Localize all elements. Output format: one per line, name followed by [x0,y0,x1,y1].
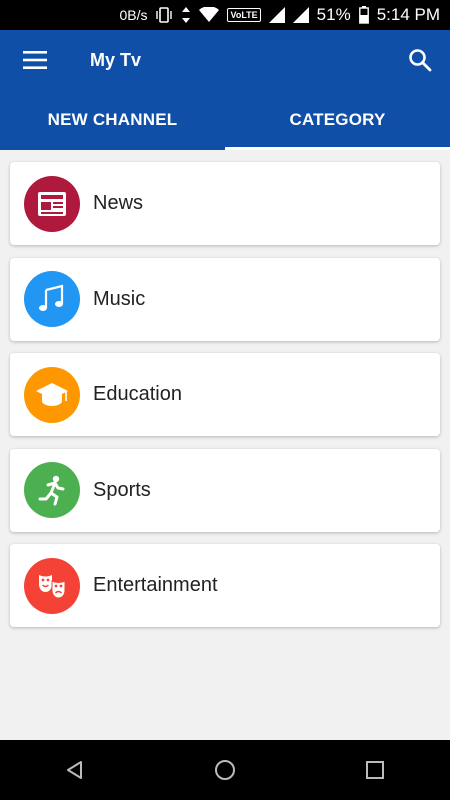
battery-icon [358,6,369,24]
clock: 5:14 PM [376,5,440,24]
battery-percent: 51% [316,5,351,24]
music-note-icon [24,271,80,327]
recents-square-icon [366,761,384,779]
category-list: News Music Education Sports Entertainmen… [10,162,440,640]
running-person-icon [24,462,80,518]
app-title: My Tv [90,49,142,70]
category-item-sports[interactable]: Sports [10,448,440,532]
net-speed: 0B/s [119,7,148,23]
home-circle-icon [215,760,235,780]
search-button[interactable] [404,44,436,76]
signal-icon-2 [292,7,309,23]
category-label: News [93,192,144,214]
signal-icon-1 [268,7,285,23]
back-triangle-icon [67,761,82,779]
search-icon [409,49,432,72]
category-label: Education [93,383,182,405]
tab-category[interactable]: CATEGORY [225,90,450,150]
graduation-cap-icon [24,366,80,423]
category-item-education[interactable]: Education [10,353,440,436]
volte-badge: VoLTE [227,8,261,22]
category-item-entertainment[interactable]: Entertainment [10,544,440,627]
home-button[interactable] [195,740,255,800]
navigation-bar [0,740,450,800]
tab-new-channel[interactable]: NEW CHANNEL [0,90,225,150]
recents-button[interactable] [345,740,405,800]
category-label: Entertainment [93,574,218,596]
wifi-icon [199,7,220,23]
category-item-music[interactable]: Music [10,257,440,341]
menu-button[interactable] [0,30,70,90]
back-button[interactable] [45,740,105,800]
data-arrows-icon [181,6,191,24]
category-item-news[interactable]: News [10,162,440,245]
category-label: Music [93,287,146,310]
app-bar: My Tv [0,30,450,90]
hamburger-menu-icon [23,51,47,69]
theater-masks-icon [24,557,80,614]
category-label: Sports [93,478,151,501]
newspaper-icon [24,175,80,232]
tab-bar: NEW CHANNEL CATEGORY [0,90,450,150]
status-bar: 0B/s VoLTE 51% 5:14 PM [0,0,450,30]
vibrate-icon [155,6,173,24]
